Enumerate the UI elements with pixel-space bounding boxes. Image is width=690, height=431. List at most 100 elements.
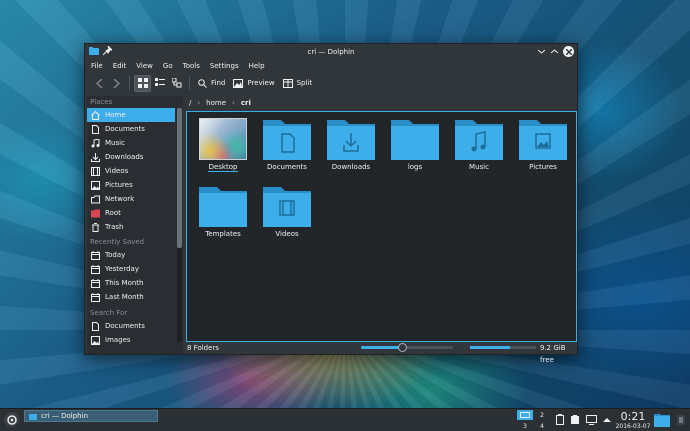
maximize-button[interactable]	[549, 46, 560, 57]
clipboard-icon[interactable]	[556, 414, 564, 425]
menu-bar: File Edit View Go Tools Settings Help	[85, 59, 577, 72]
chevron-up-icon[interactable]	[603, 417, 611, 423]
details-view-button[interactable]	[168, 75, 185, 92]
sidebar-item-pictures[interactable]: Pictures	[87, 178, 175, 192]
menu-go[interactable]: Go	[163, 62, 173, 70]
file-view[interactable]: Desktop Documents Downloads logs Music P…	[186, 111, 577, 342]
recently-saved-header: Recently Saved	[90, 238, 145, 246]
preview-label: Preview	[247, 79, 275, 87]
zoom-slider[interactable]	[361, 343, 453, 352]
places-panel: Places Home Documents Music Downloads Vi…	[87, 96, 183, 354]
sidebar-scrollbar-thumb[interactable]	[177, 108, 182, 248]
find-label: Find	[211, 79, 226, 87]
network-monitor-icon[interactable]	[586, 414, 597, 425]
file-item-templates[interactable]: Templates	[191, 185, 255, 249]
compact-view-button[interactable]	[151, 75, 168, 92]
application-launcher[interactable]	[4, 412, 19, 427]
sidebar-item-videos[interactable]: Videos	[87, 164, 175, 178]
sidebar-item-label: Documents	[105, 322, 145, 330]
places-header: Places	[90, 98, 113, 106]
task-dolphin[interactable]: cri — Dolphin	[24, 410, 158, 422]
file-label: Desktop	[207, 163, 239, 172]
free-space-bar	[470, 346, 536, 349]
file-item-videos[interactable]: Videos	[255, 185, 319, 249]
minimize-button[interactable]	[536, 46, 547, 57]
menu-settings[interactable]: Settings	[210, 62, 239, 70]
desktop-pager: 2 3 4	[517, 410, 551, 431]
chevron-left-icon	[96, 78, 103, 88]
menu-view[interactable]: View	[136, 62, 153, 70]
sidebar-item-root[interactable]: Root	[87, 206, 175, 220]
zoom-slider-fill	[361, 346, 403, 349]
task-label: cri — Dolphin	[41, 412, 89, 420]
breadcrumb-home[interactable]: home	[206, 99, 226, 107]
file-item-desktop[interactable]: Desktop	[191, 118, 255, 182]
back-button[interactable]	[91, 75, 108, 92]
sidebar-item-home[interactable]: Home	[87, 108, 175, 122]
find-button[interactable]: Find	[194, 75, 229, 92]
breadcrumb-separator: ›	[232, 99, 235, 107]
sidebar-item-label: Yesterday	[105, 265, 139, 273]
sidebar-item-music[interactable]: Music	[87, 136, 175, 150]
split-button[interactable]: Split	[279, 75, 317, 92]
forward-button[interactable]	[108, 75, 125, 92]
documents-icon	[92, 124, 99, 134]
network-icon	[91, 195, 100, 203]
menu-help[interactable]: Help	[249, 62, 265, 70]
title-bar[interactable]: cri — Dolphin	[85, 44, 577, 59]
breadcrumb: / › home › cri	[185, 96, 251, 110]
sidebar-item-label: Pictures	[105, 181, 133, 189]
sidebar-item-today[interactable]: Today	[87, 248, 175, 262]
sidebar-item-yesterday[interactable]: Yesterday	[87, 262, 175, 276]
sidebar-item-search-documents[interactable]: Documents	[87, 319, 175, 333]
sidebar-item-trash[interactable]: Trash	[87, 220, 175, 234]
sidebar-scrollbar[interactable]	[177, 108, 182, 342]
pictures-icon	[91, 180, 100, 190]
file-item-music[interactable]: Music	[447, 118, 511, 182]
menu-file[interactable]: File	[91, 62, 103, 70]
sidebar-item-label: Videos	[105, 167, 129, 175]
menu-tools[interactable]: Tools	[183, 62, 200, 70]
preview-button[interactable]: Preview	[229, 75, 278, 92]
digital-clock[interactable]: 0:21 2016-03-07	[613, 410, 653, 431]
toolbar-separator	[129, 76, 130, 90]
sidebar-item-label: Home	[105, 111, 126, 119]
free-space-fill	[470, 346, 510, 349]
sidebar-item-downloads[interactable]: Downloads	[87, 150, 175, 164]
icons-view-button[interactable]	[134, 74, 151, 92]
sidebar-item-last-month[interactable]: Last Month	[87, 290, 175, 304]
menu-edit[interactable]: Edit	[113, 62, 127, 70]
taskbar: cri — Dolphin 2 3 4 0:21 2016-03-07	[0, 408, 690, 431]
sidebar-item-label: This Month	[105, 279, 144, 287]
file-label: Downloads	[331, 163, 371, 171]
file-item-documents[interactable]: Documents	[255, 118, 319, 182]
music-icon	[91, 138, 100, 147]
panel-toolbox-icon[interactable]	[676, 413, 686, 427]
pager-desktop-3[interactable]: 3	[517, 421, 533, 431]
breadcrumb-root[interactable]: /	[189, 99, 191, 107]
pin-icon[interactable]	[103, 46, 112, 56]
folder-view-icon[interactable]	[654, 412, 670, 428]
file-label: logs	[407, 163, 423, 171]
pager-desktop-1[interactable]	[517, 410, 533, 420]
battery-icon[interactable]	[570, 414, 580, 425]
breadcrumb-separator: ›	[197, 99, 201, 107]
file-item-logs[interactable]: logs	[383, 118, 447, 182]
pager-desktop-2[interactable]: 2	[534, 410, 550, 420]
videos-icon	[91, 166, 100, 176]
breadcrumb-current[interactable]: cri	[241, 99, 251, 107]
folder-pictures-icon	[519, 120, 567, 160]
pager-desktop-4[interactable]: 4	[534, 421, 550, 431]
sidebar-item-label: Today	[105, 251, 126, 259]
dolphin-app-icon[interactable]	[89, 47, 99, 55]
file-label: Templates	[205, 230, 241, 238]
sidebar-item-this-month[interactable]: This Month	[87, 276, 175, 290]
sidebar-item-documents[interactable]: Documents	[87, 122, 175, 136]
file-label: Pictures	[529, 163, 557, 171]
file-label: Documents	[267, 163, 307, 171]
file-item-pictures[interactable]: Pictures	[511, 118, 575, 182]
sidebar-item-network[interactable]: Network	[87, 192, 175, 206]
file-item-downloads[interactable]: Downloads	[319, 118, 383, 182]
zoom-slider-handle[interactable]	[398, 343, 408, 352]
close-button[interactable]	[563, 46, 574, 57]
